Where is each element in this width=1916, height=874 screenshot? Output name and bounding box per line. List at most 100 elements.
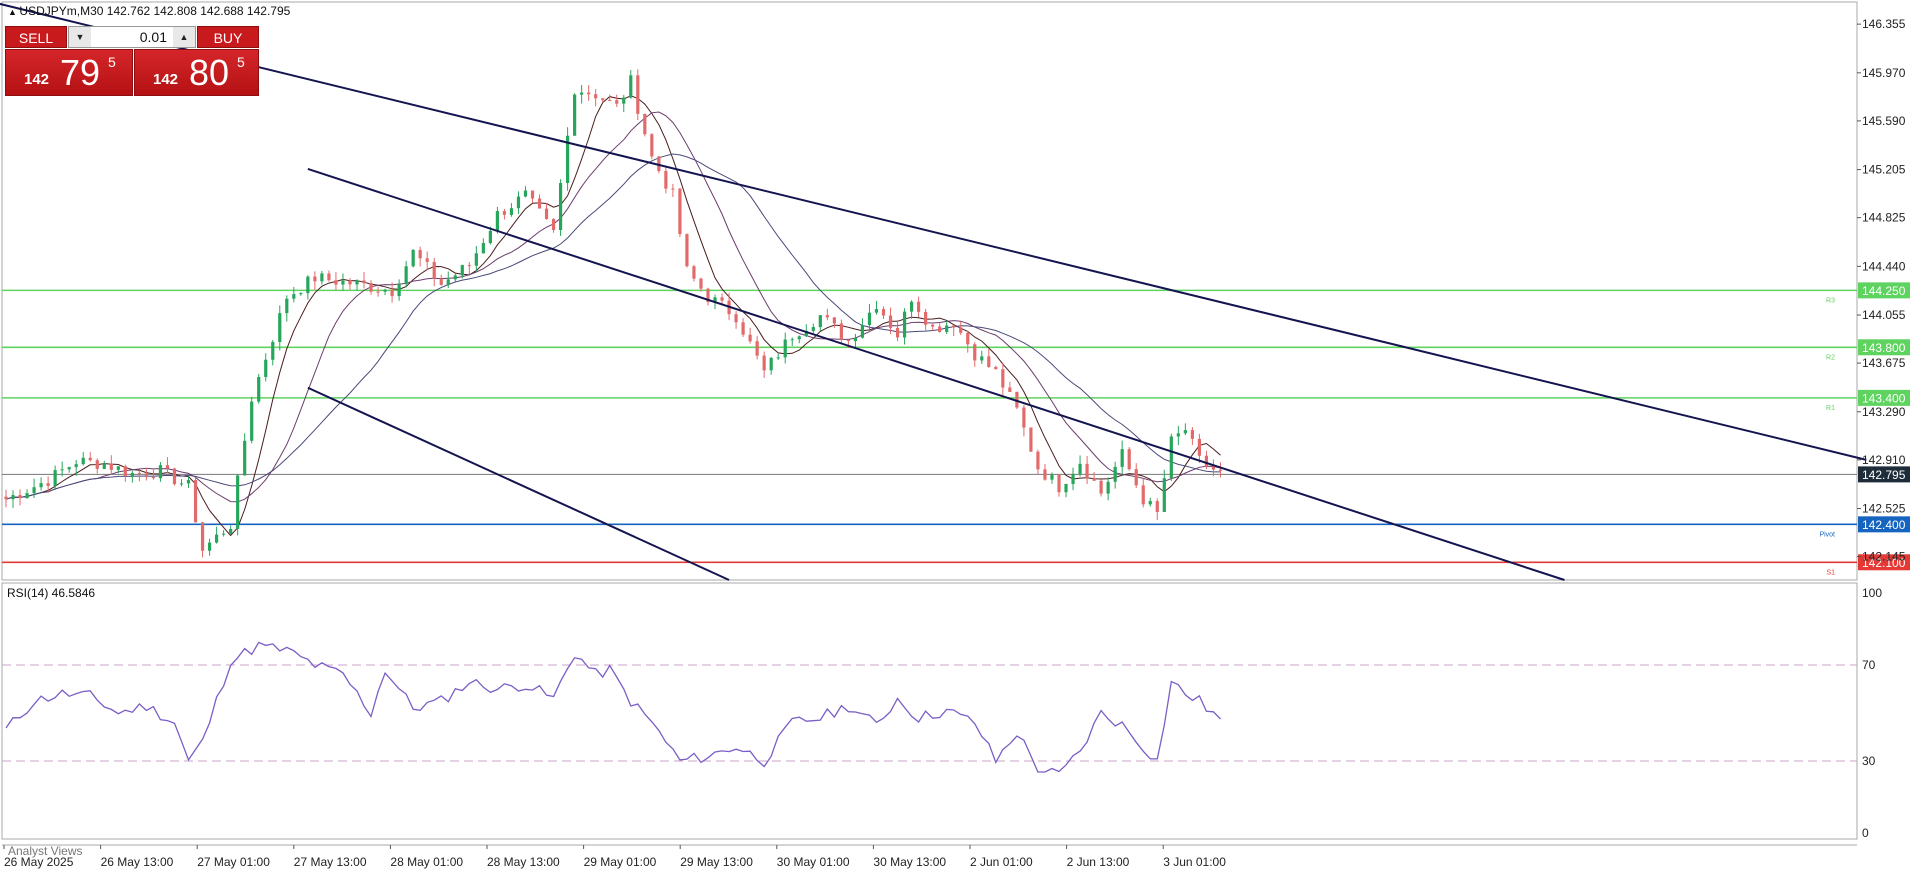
candle-body xyxy=(95,460,99,469)
time-tick-label: 2 Jun 01:00 xyxy=(970,855,1033,869)
time-tick-label: 26 May 13:00 xyxy=(101,855,174,869)
candle-body xyxy=(1148,501,1152,505)
candle-body xyxy=(446,279,450,285)
candle-body xyxy=(762,355,766,371)
candle-body xyxy=(320,273,324,282)
analyst-views-tab[interactable]: Analyst Views xyxy=(8,844,82,858)
lot-size-input[interactable]: 0.01 xyxy=(93,27,171,47)
candle-body xyxy=(1183,430,1187,434)
candle-body xyxy=(573,94,577,136)
chart-menu-icon: ▲ xyxy=(8,7,19,17)
candle-body xyxy=(509,208,514,215)
candle-body xyxy=(137,472,141,474)
time-tick-label: 28 May 01:00 xyxy=(390,855,463,869)
candle-body xyxy=(432,261,436,279)
candle-body xyxy=(1211,466,1216,470)
candle-body xyxy=(207,542,212,551)
candle-body xyxy=(355,280,359,285)
candle-body xyxy=(116,466,120,470)
candle-body xyxy=(952,325,956,328)
candle-body xyxy=(966,332,970,345)
candle-body xyxy=(1008,387,1012,392)
candle-body xyxy=(1169,436,1173,479)
candle-body xyxy=(222,533,226,535)
level-tag-label: R1 xyxy=(1826,405,1835,412)
price-tick-label: 146.355 xyxy=(1862,17,1906,31)
lot-increase-icon[interactable]: ▲ xyxy=(173,27,195,47)
candle-body xyxy=(748,334,752,342)
price-tick-label: 143.675 xyxy=(1862,356,1906,370)
candle-body xyxy=(1218,469,1223,471)
candle-body xyxy=(411,249,415,267)
rsi-scale-label: 70 xyxy=(1862,658,1876,672)
time-tick-label: 2 Jun 13:00 xyxy=(1067,855,1130,869)
candle-body xyxy=(580,92,584,95)
level-tag-label: S1 xyxy=(1826,569,1835,576)
price-tag-label: 143.800 xyxy=(1862,341,1906,355)
candle-body xyxy=(895,327,900,338)
candle-body xyxy=(299,293,303,295)
candle-body xyxy=(39,483,43,488)
candle-body xyxy=(1064,483,1068,493)
candle-body xyxy=(994,366,998,370)
candle-body xyxy=(1197,438,1201,456)
candle-body xyxy=(860,325,865,338)
candle-body xyxy=(200,522,205,551)
candle-body xyxy=(811,327,815,331)
candle-body xyxy=(1113,466,1117,482)
candle-body xyxy=(790,339,794,341)
candle-body xyxy=(664,171,668,189)
candle-body xyxy=(390,289,394,297)
candle-body xyxy=(720,297,724,301)
candle-body xyxy=(453,275,457,280)
rsi-scale-label: 100 xyxy=(1862,586,1882,600)
candle-body xyxy=(25,493,29,499)
candle-body xyxy=(902,311,907,338)
time-tick-label: 28 May 13:00 xyxy=(487,855,560,869)
buy-price-mid: 80 xyxy=(189,52,230,93)
candle-body xyxy=(376,291,380,293)
candle-body xyxy=(439,278,443,285)
candle-body xyxy=(1204,455,1209,467)
lot-size-stepper[interactable]: ▼ 0.01 ▲ xyxy=(68,26,196,48)
candle-body xyxy=(1127,449,1131,470)
rsi-title: RSI(14) 46.5846 xyxy=(7,586,95,600)
sell-price-mid: 79 xyxy=(60,52,101,93)
candle-body xyxy=(1001,369,1005,388)
candle-body xyxy=(945,325,949,332)
candle-body xyxy=(53,470,57,486)
candle-body xyxy=(1022,407,1026,428)
candle-body xyxy=(257,376,261,402)
candle-body xyxy=(587,92,591,95)
buy-price-small: 5 xyxy=(237,54,245,70)
price-tick-label: 142.525 xyxy=(1862,502,1906,516)
time-tick-label: 30 May 01:00 xyxy=(777,855,850,869)
candle-body xyxy=(516,196,521,209)
candle-body xyxy=(888,315,893,328)
candle-body xyxy=(67,467,71,470)
sell-price[interactable]: 142 79 5 xyxy=(5,49,133,96)
time-tick-label: 3 Jun 01:00 xyxy=(1163,855,1226,869)
time-tick-label: 30 May 13:00 xyxy=(873,855,946,869)
chart-background xyxy=(0,0,1916,874)
candle-body xyxy=(264,359,268,377)
candle-body xyxy=(987,356,991,367)
candle-body xyxy=(179,483,184,485)
sell-button[interactable]: SELL xyxy=(5,26,67,48)
candle-body xyxy=(1078,463,1082,474)
candle-body xyxy=(594,94,598,99)
price-tick-label: 142.145 xyxy=(1862,550,1906,564)
candle-body xyxy=(88,457,92,461)
candle-body xyxy=(615,100,619,104)
buy-button[interactable]: BUY xyxy=(197,26,259,48)
candle-body xyxy=(1057,474,1061,493)
candle-body xyxy=(369,283,373,292)
candle-body xyxy=(643,113,647,135)
buy-price[interactable]: 142 80 5 xyxy=(134,49,259,96)
lot-decrease-icon[interactable]: ▼ xyxy=(69,27,91,47)
candle-body xyxy=(425,258,429,262)
price-chart[interactable]: 144.250 R3 143.800 R2 143.400 R1 142.400 Pivot 1… xyxy=(0,0,1916,874)
price-tick-label: 145.970 xyxy=(1862,66,1906,80)
candle-body xyxy=(797,336,801,340)
candle-body xyxy=(158,465,163,479)
